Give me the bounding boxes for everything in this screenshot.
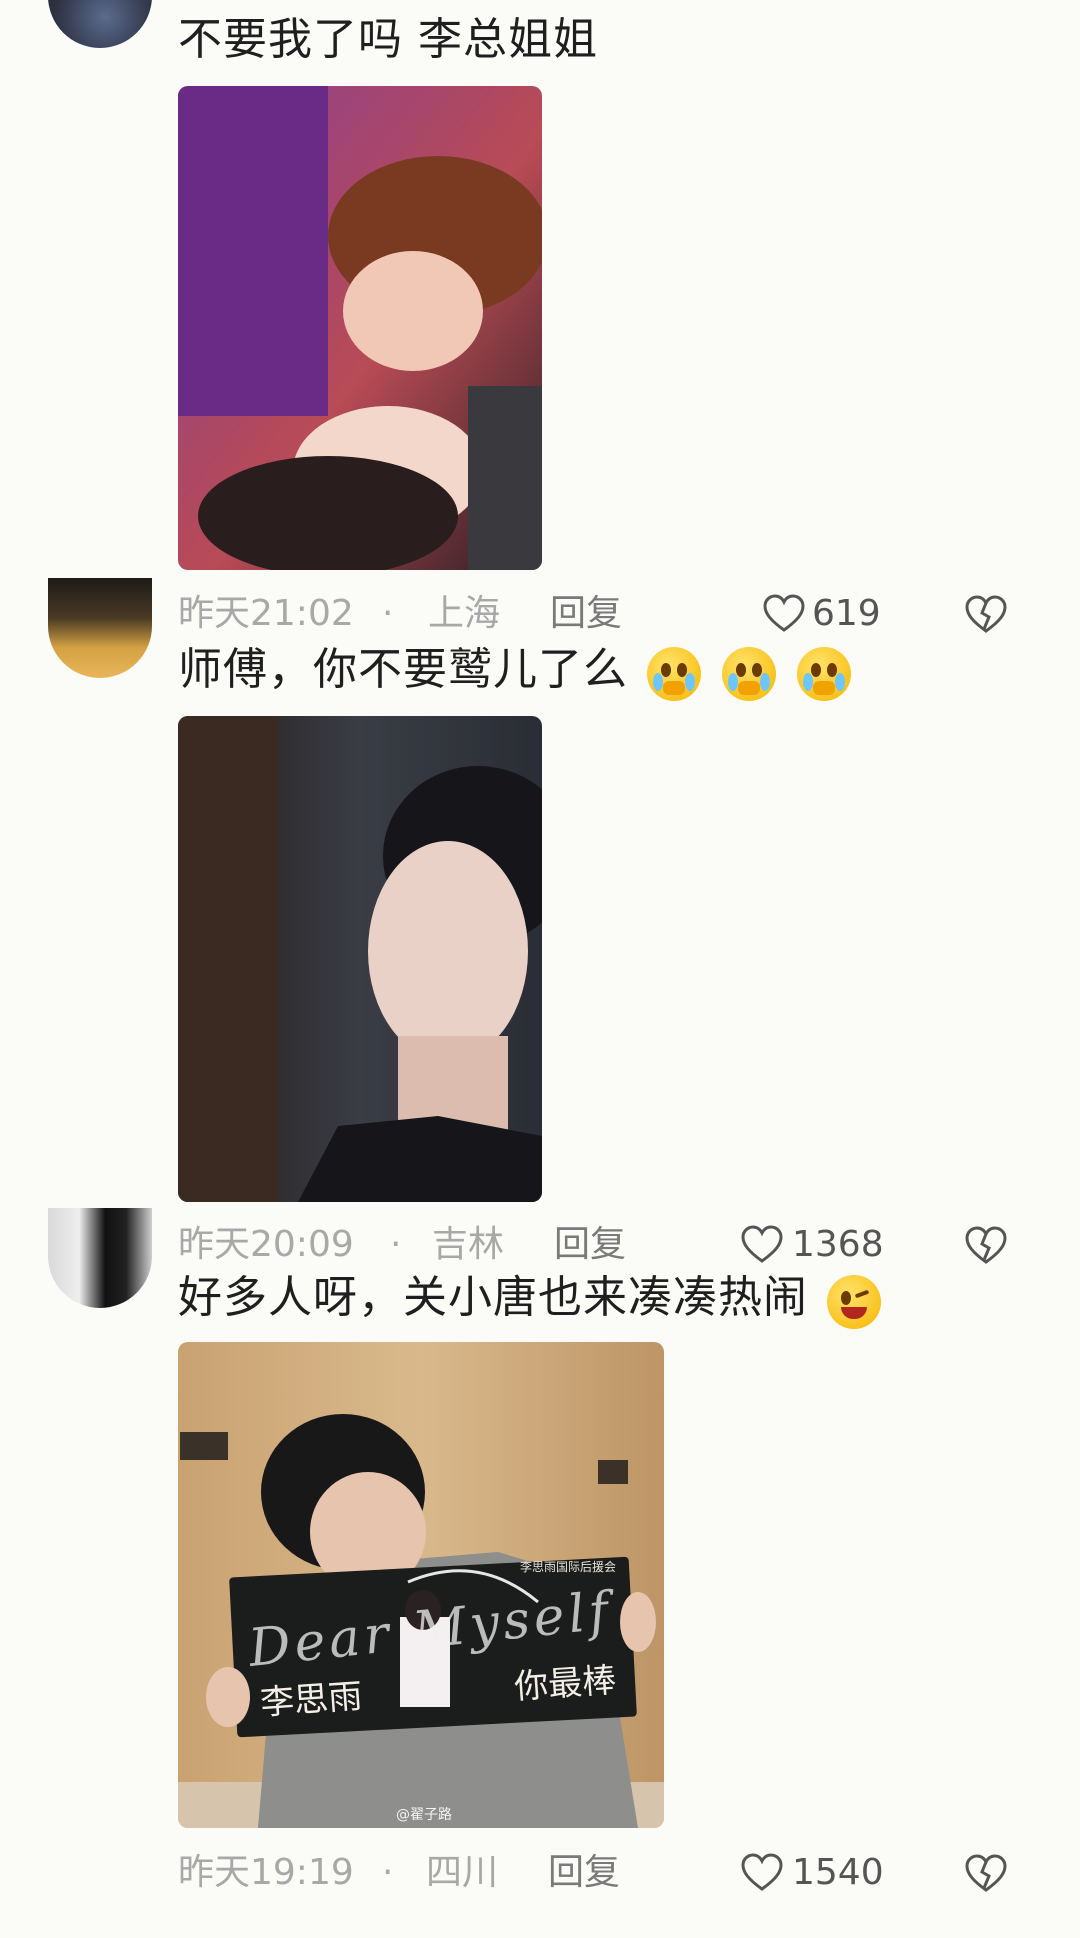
reply-button[interactable]: 回复: [548, 1848, 620, 1898]
separator: ·: [390, 1224, 402, 1265]
avatar[interactable]: [48, 1208, 152, 1308]
crying-face-emoji-icon: [722, 646, 776, 701]
like-count: 1368: [792, 1224, 884, 1265]
broken-heart-icon[interactable]: [964, 1852, 1008, 1894]
winking-tongue-emoji-icon: [827, 1274, 881, 1329]
comment-meta: 昨天20:09 · 吉林 回复 1368: [178, 1220, 1008, 1270]
heart-icon[interactable]: [762, 593, 806, 633]
broken-heart-icon[interactable]: [964, 593, 1008, 635]
comment-time: 昨天21:02: [178, 593, 354, 634]
comment-text: 师傅，你不要鹫儿了么: [178, 642, 857, 701]
comment-location: 吉林: [432, 1224, 505, 1265]
comment-photo[interactable]: [178, 86, 542, 570]
crying-face-emoji-icon: [797, 646, 851, 701]
comment-text: 好多人呀，关小唐也来凑凑热闹: [178, 1270, 887, 1329]
like-count: 619: [812, 593, 881, 634]
emoji-row: [647, 644, 857, 701]
emoji-row: [827, 1272, 887, 1329]
reply-button[interactable]: 回复: [554, 1220, 626, 1270]
heart-icon[interactable]: [740, 1224, 784, 1264]
comment-text: 不要我了吗 李总姐姐: [178, 14, 598, 65]
photo-man-looking-up-icon: [178, 716, 542, 1202]
separator: ·: [382, 1852, 394, 1893]
comment-time: 昨天20:09: [178, 1224, 354, 1265]
comment-time: 昨天19:19: [178, 1852, 354, 1893]
banner-left-text: 李思雨: [258, 1676, 364, 1724]
comment-meta: 昨天19:19 · 四川 回复 1540: [178, 1848, 1008, 1898]
comment-text-content: 师傅，你不要鹫儿了么: [178, 644, 628, 695]
photo-kiss-scene-icon: [178, 86, 542, 570]
heart-icon[interactable]: [740, 1852, 784, 1892]
comment-photo[interactable]: [178, 716, 542, 1202]
comment-location: 四川: [426, 1852, 499, 1893]
banner-top-text: 李思雨国际后援会: [520, 1560, 617, 1574]
comment-location: 上海: [428, 593, 501, 634]
broken-heart-icon[interactable]: [964, 1224, 1008, 1266]
separator: ·: [382, 593, 394, 634]
avatar[interactable]: [48, 0, 152, 48]
avatar[interactable]: [48, 578, 152, 678]
crying-face-emoji-icon: [647, 646, 701, 701]
comment-text-content: 好多人呀，关小唐也来凑凑热闹: [178, 1272, 808, 1323]
comment-meta: 昨天21:02 · 上海 回复 619: [178, 589, 1008, 639]
banner-right-text: 你最棒: [512, 1660, 618, 1708]
comment-photo[interactable]: 李思雨国际后援会 Dear Myself 李思雨 你最棒 @翟子路: [178, 1342, 664, 1828]
like-count: 1540: [792, 1852, 884, 1893]
reply-button[interactable]: 回复: [550, 589, 622, 639]
watermark: @翟子路: [396, 1807, 452, 1823]
